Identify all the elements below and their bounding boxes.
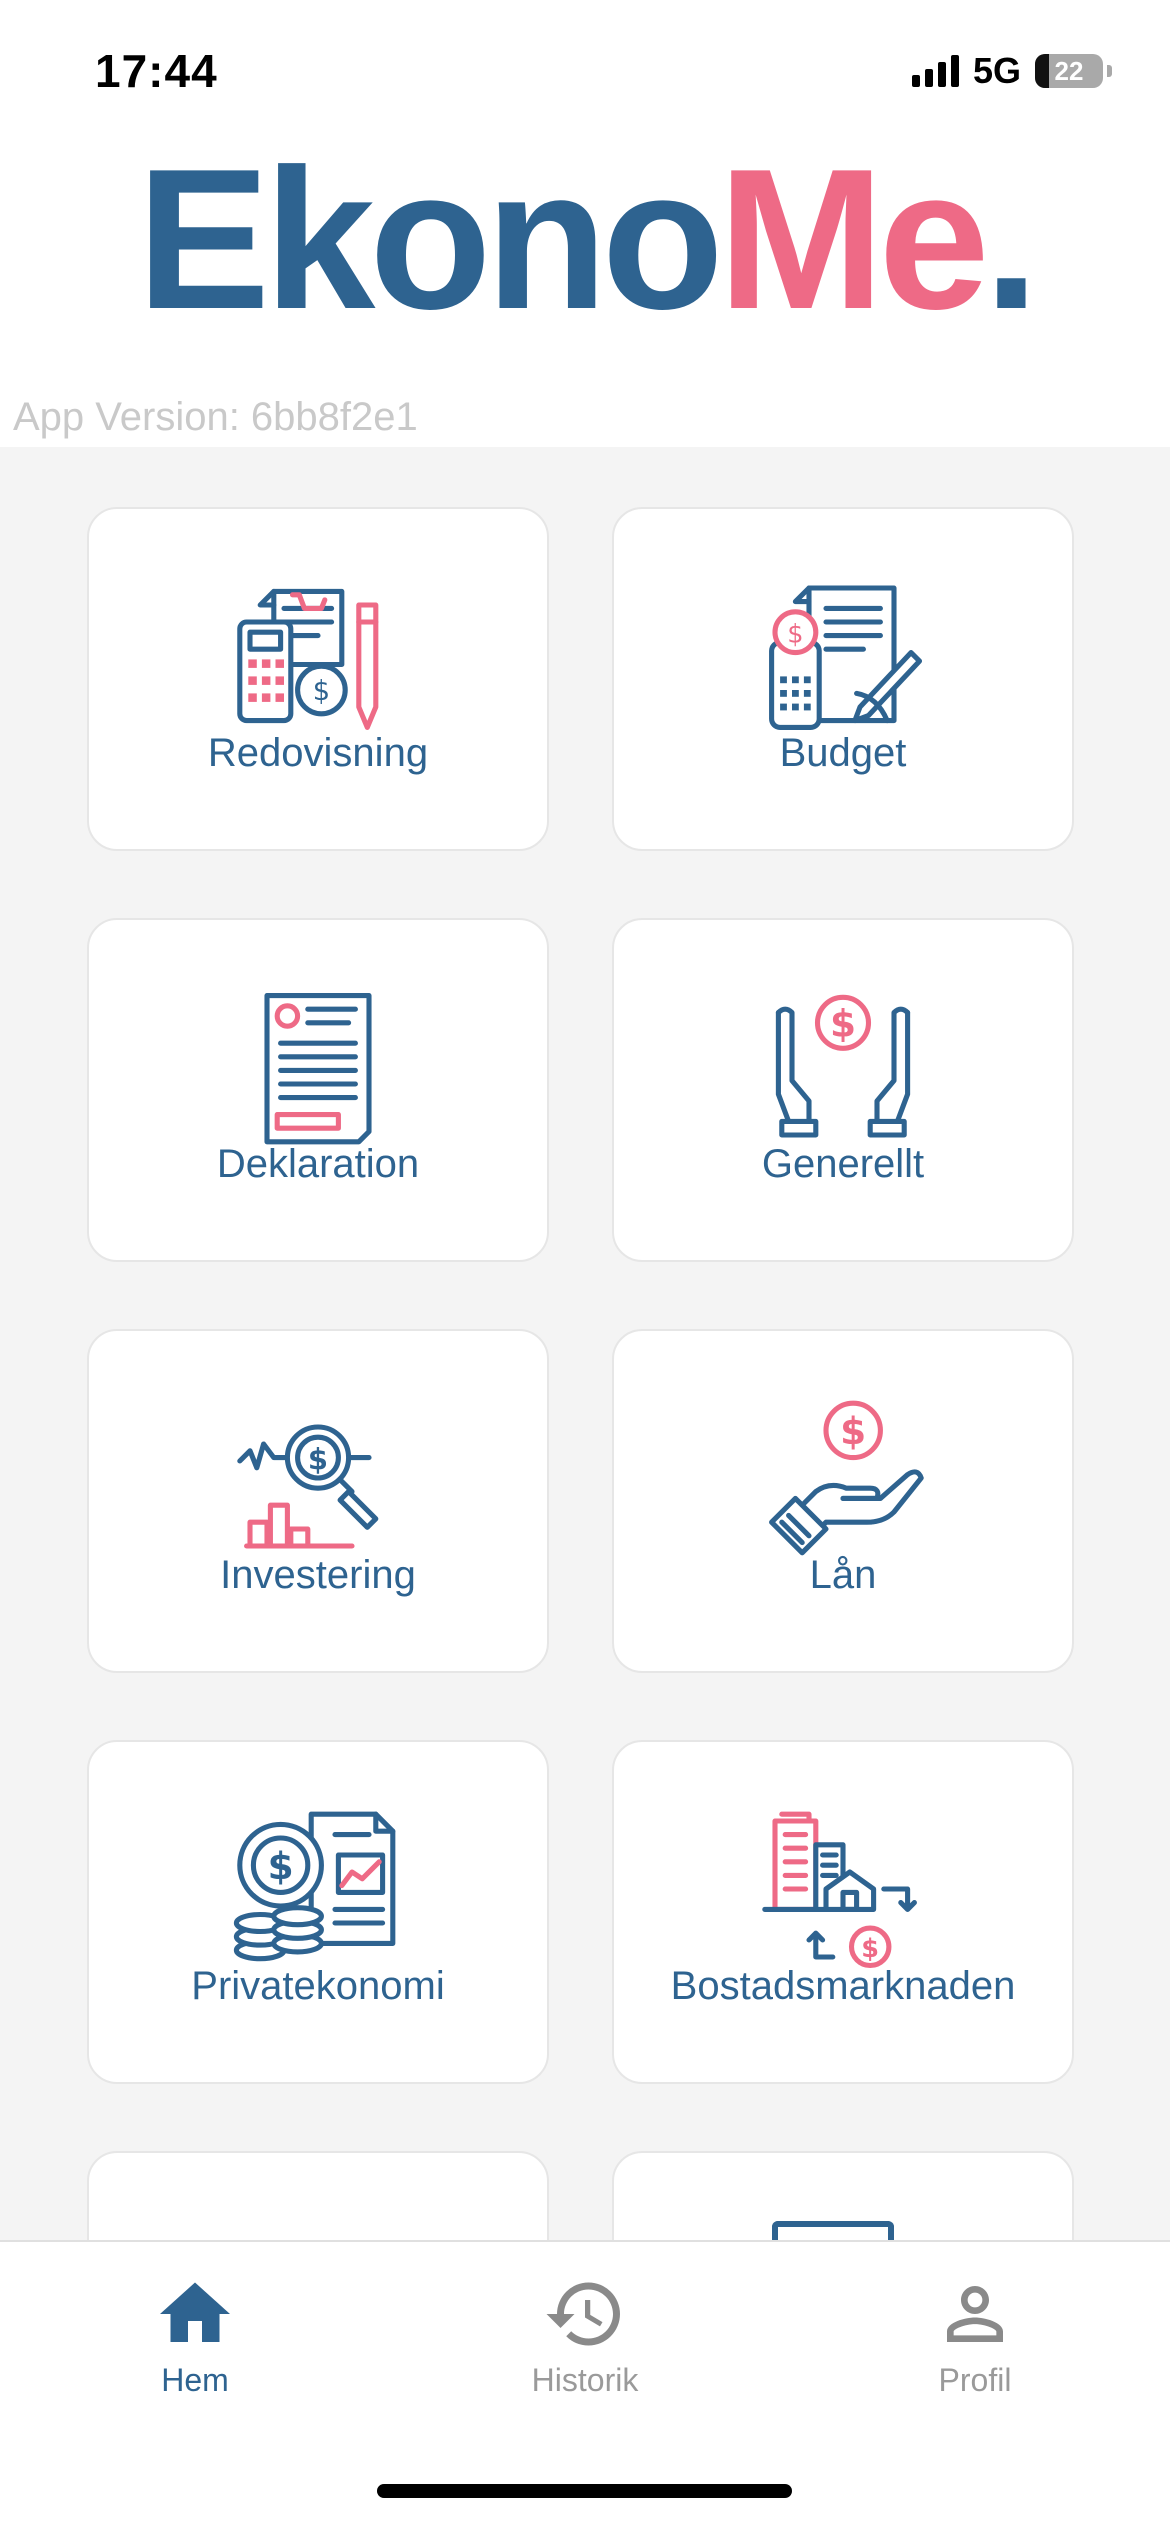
status-time: 17:44 [95,45,218,97]
category-label: Generellt [761,1142,925,1186]
category-label: Privatekonomi [191,1964,445,2008]
category-card-deklaration[interactable]: Deklaration [87,918,549,1262]
budget-icon: $ [769,585,923,730]
svg-text:$: $ [308,1443,328,1477]
logo-text-primary: Ekono [136,128,724,351]
category-label: Deklaration [216,1142,420,1186]
battery-icon: 22 [1035,54,1103,88]
investment-magnifier-icon: $ [237,1424,379,1549]
accounting-icon: $ [237,588,379,730]
nav-home[interactable]: Hem [45,2272,345,2399]
svg-text:$: $ [313,676,330,707]
category-card-investering[interactable]: $ Investering [87,1329,549,1673]
svg-text:$: $ [840,1409,866,1453]
status-indicators: 5G 22 [911,50,1112,92]
category-label: Investering [220,1553,416,1597]
app-version: App Version: 6bb8f2e1 [13,395,418,439]
loan-hand-icon: $ [769,1400,924,1556]
nav-history-label: Historik [531,2362,639,2398]
tax-declaration-icon [264,993,372,1145]
signal-icon [911,55,959,87]
svg-text:$: $ [787,619,803,649]
housing-market-icon: $ [762,1811,917,1969]
personal-finance-icon: $ [233,1811,396,1962]
category-card-partial-right[interactable] [612,2151,1074,2240]
category-card-bostadsmarknaden[interactable]: $ Bostadsmarknaden [612,1740,1074,2084]
svg-text:$: $ [861,1934,879,1964]
nav-home-label: Hem [161,2362,229,2398]
network-type: 5G [972,50,1021,91]
category-card-generellt[interactable]: $ Generellt [612,918,1074,1262]
history-icon [546,2282,620,2346]
category-card-partial-left[interactable] [87,2151,549,2240]
category-label: Budget [779,731,907,775]
battery-level: 22 [1054,55,1084,86]
category-card-lan[interactable]: $ Lån [612,1329,1074,1673]
logo-text-accent: Me [717,128,990,351]
nav-profile[interactable]: Profil [825,2272,1125,2399]
category-card-budget[interactable]: $ Budget [612,507,1074,851]
category-grid[interactable]: $ Redovisning $ Budget Deklaration $ Gen… [0,447,1170,2240]
partial-card-icon [772,2221,894,2240]
logo-dot: . [983,128,1040,351]
category-label: Bostadsmarknaden [670,1964,1016,2008]
nav-profile-label: Profil [938,2362,1012,2398]
svg-text:$: $ [830,1001,856,1045]
svg-text:$: $ [268,1844,294,1888]
status-bar: 17:44 5G 22 [0,0,1170,140]
nav-history[interactable]: Historik [435,2272,735,2399]
home-icon [160,2282,230,2342]
category-label: Redovisning [207,731,429,775]
profile-icon [947,2286,1003,2342]
app-logo: EkonoMe. [0,140,1170,340]
hands-dollar-icon: $ [775,994,911,1138]
category-label: Lån [809,1553,877,1597]
category-card-privatekonomi[interactable]: $ Privatekonomi [87,1740,549,2084]
category-card-redovisning[interactable]: $ Redovisning [87,507,549,851]
home-indicator [377,2484,792,2498]
